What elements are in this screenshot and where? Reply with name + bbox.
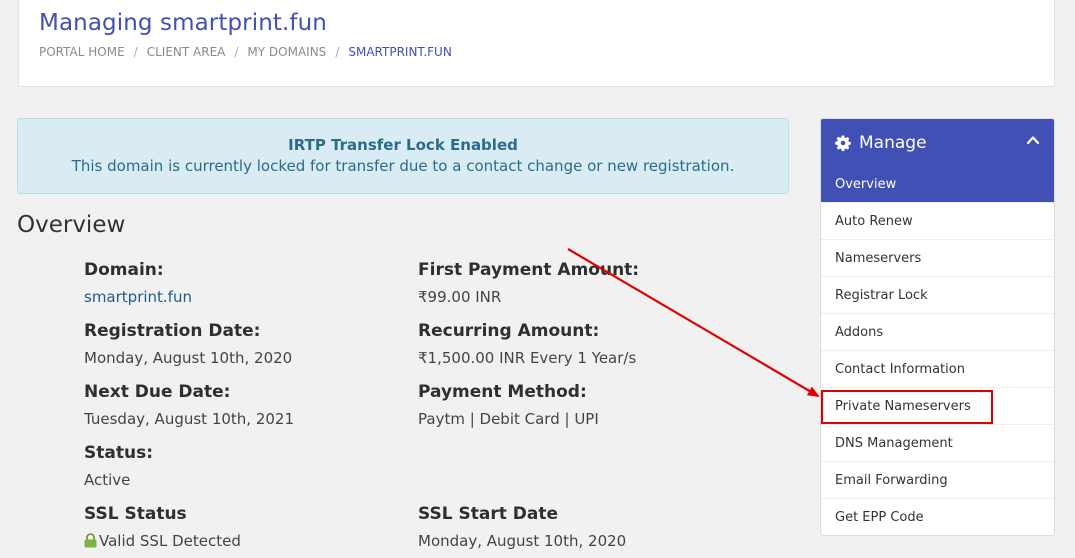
next-due-date-field: Next Due Date: Tuesday, August 10th, 202… (84, 382, 294, 428)
recurring-amount-value: ₹1,500.00 INR Every 1 Year/s (418, 349, 637, 367)
breadcrumb-current-domain: SMARTPRINT.FUN (348, 45, 452, 59)
ssl-start-date-field: SSL Start Date Monday, August 10th, 2020 (418, 504, 626, 550)
alert-text: This domain is currently locked for tran… (71, 157, 735, 175)
breadcrumb-separator: / (133, 45, 138, 59)
menu-item-overview[interactable]: Overview (821, 166, 1054, 202)
manage-panel-title: Manage (859, 132, 927, 153)
menu-item-get-epp-code[interactable]: Get EPP Code (821, 498, 1054, 535)
breadcrumb-client-area[interactable]: CLIENT AREA (147, 45, 226, 59)
manage-panel-header[interactable]: Manage (821, 119, 1054, 166)
next-due-date-value: Tuesday, August 10th, 2021 (84, 410, 295, 428)
breadcrumb-separator: / (234, 45, 239, 59)
ssl-start-date-label: SSL Start Date (418, 504, 558, 524)
first-payment-field: First Payment Amount: ₹99.00 INR (418, 260, 639, 306)
ssl-status-label: SSL Status (84, 504, 187, 524)
breadcrumb-my-domains[interactable]: MY DOMAINS (247, 45, 326, 59)
first-payment-label: First Payment Amount: (418, 260, 640, 280)
payment-method-value: Paytm | Debit Card | UPI (418, 410, 599, 428)
transfer-lock-alert: IRTP Transfer Lock Enabled This domain i… (17, 118, 789, 194)
ssl-status-value: Valid SSL Detected (84, 532, 241, 550)
next-due-date-label: Next Due Date: (84, 382, 231, 402)
ssl-start-date-value: Monday, August 10th, 2020 (418, 532, 627, 550)
menu-item-dns-management[interactable]: DNS Management (821, 424, 1054, 461)
menu-item-private-nameservers[interactable]: Private Nameservers (821, 387, 1054, 424)
ssl-status-field: SSL Status Valid SSL Detected (84, 504, 241, 550)
overview-heading: Overview (17, 212, 126, 238)
menu-item-registrar-lock[interactable]: Registrar Lock (821, 276, 1054, 313)
ssl-status-text: Valid SSL Detected (99, 532, 241, 550)
page-header: Managing smartprint.fun PORTAL HOME / CL… (18, 0, 1055, 87)
domain-label: Domain: (84, 260, 164, 280)
menu-item-contact-information[interactable]: Contact Information (821, 350, 1054, 387)
breadcrumb: PORTAL HOME / CLIENT AREA / MY DOMAINS /… (39, 45, 452, 59)
status-label: Status: (84, 443, 153, 463)
page-title: Managing smartprint.fun (39, 10, 327, 36)
payment-method-label: Payment Method: (418, 382, 587, 402)
recurring-amount-label: Recurring Amount: (418, 321, 600, 341)
breadcrumb-separator: / (335, 45, 340, 59)
payment-method-field: Payment Method: Paytm | Debit Card | UPI (418, 382, 599, 428)
lock-icon (84, 533, 97, 548)
gear-icon (835, 135, 851, 151)
menu-item-email-forwarding[interactable]: Email Forwarding (821, 461, 1054, 498)
status-value: Active (84, 471, 131, 489)
domain-field: Domain: smartprint.fun (84, 260, 192, 306)
menu-item-nameservers[interactable]: Nameservers (821, 239, 1054, 276)
status-field: Status: Active (84, 443, 153, 489)
recurring-amount-field: Recurring Amount: ₹1,500.00 INR Every 1 … (418, 321, 636, 367)
registration-date-label: Registration Date: (84, 321, 261, 341)
manage-menu: Overview Auto Renew Nameservers Registra… (821, 166, 1054, 535)
first-payment-value: ₹99.00 INR (418, 288, 502, 306)
alert-title: IRTP Transfer Lock Enabled (288, 136, 518, 154)
registration-date-value: Monday, August 10th, 2020 (84, 349, 293, 367)
menu-item-addons[interactable]: Addons (821, 313, 1054, 350)
domain-link[interactable]: smartprint.fun (84, 288, 192, 306)
chevron-up-icon[interactable] (1026, 133, 1040, 147)
menu-item-auto-renew[interactable]: Auto Renew (821, 202, 1054, 239)
registration-date-field: Registration Date: Monday, August 10th, … (84, 321, 292, 367)
breadcrumb-portal-home[interactable]: PORTAL HOME (39, 45, 125, 59)
manage-panel: Manage Overview Auto Renew Nameservers R… (820, 118, 1055, 536)
